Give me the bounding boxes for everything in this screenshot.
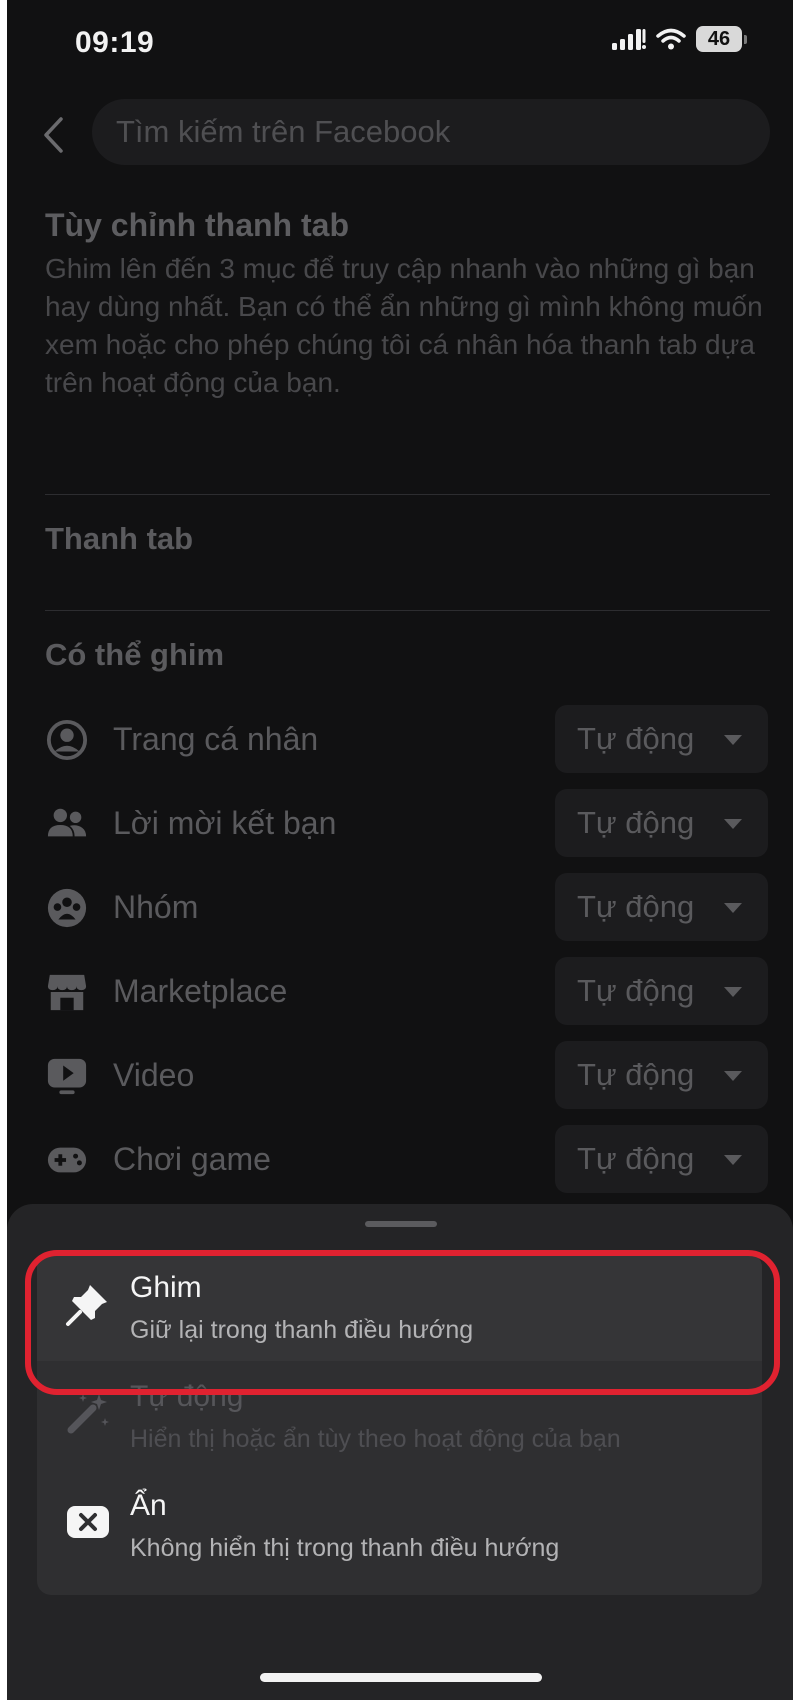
row-label: Lời mời kết bạn (113, 805, 337, 841)
option-pin[interactable]: Ghim Giữ lại trong thanh điều hướng (37, 1253, 762, 1361)
row-label: Video (113, 1057, 195, 1093)
option-subtitle: Giữ lại trong thanh điều hướng (130, 1316, 474, 1344)
pinnable-row-video: Video Tự động (45, 1041, 770, 1109)
pin-mode-dropdown-profile[interactable]: Tự động (555, 705, 768, 773)
dropdown-value: Tự động (577, 721, 695, 756)
battery-level: 46 (696, 26, 742, 52)
sheet-drag-handle[interactable] (365, 1221, 437, 1227)
pinnable-row-friends: Lời mời kết bạn Tự động (45, 789, 770, 857)
caret-down-icon (724, 735, 742, 745)
row-label: Trang cá nhân (113, 721, 319, 757)
marketplace-icon (47, 974, 87, 1011)
video-icon (47, 1058, 87, 1095)
row-label: Nhóm (113, 889, 199, 925)
divider (45, 610, 770, 611)
dropdown-value: Tự động (577, 805, 695, 840)
page-title: Tùy chỉnh thanh tab (45, 207, 349, 243)
dropdown-value: Tự động (577, 889, 695, 924)
pin-mode-dropdown-video[interactable]: Tự động (555, 1041, 768, 1109)
friends-icon (47, 808, 87, 837)
option-hide[interactable]: Ẩn Không hiển thị trong thanh điều hướng (37, 1471, 762, 1579)
magic-wand-icon (67, 1394, 109, 1434)
cellular-signal-icon (612, 29, 646, 50)
battery-tip (744, 34, 747, 44)
search-box[interactable] (92, 99, 770, 165)
option-auto[interactable]: Tự động Hiển thị hoặc ẩn tùy theo hoạt đ… (37, 1362, 762, 1470)
divider (45, 494, 770, 495)
home-indicator[interactable] (260, 1673, 542, 1682)
option-subtitle: Hiển thị hoặc ẩn tùy theo hoạt động của … (130, 1425, 621, 1453)
dropdown-value: Tự động (577, 973, 695, 1008)
caret-down-icon (724, 1155, 742, 1165)
gaming-icon (47, 1147, 87, 1173)
dropdown-value: Tự động (577, 1141, 695, 1176)
pinnable-row-marketplace: Marketplace Tự động (45, 957, 770, 1025)
row-label: Chơi game (113, 1141, 271, 1177)
wifi-icon (656, 28, 686, 50)
groups-icon (47, 888, 87, 928)
pin-mode-dropdown-friends[interactable]: Tự động (555, 789, 768, 857)
chevron-left-icon (44, 117, 63, 153)
page-description: Ghim lên đến 3 mục để truy cập nhanh vào… (45, 253, 763, 398)
pin-mode-dropdown-marketplace[interactable]: Tự động (555, 957, 768, 1025)
section-title-pinnable: Có thể ghim (45, 637, 225, 672)
pinnable-row-gaming: Chơi game Tự động (45, 1125, 770, 1193)
dropdown-value: Tự động (577, 1057, 695, 1092)
phone-screen: 09:19 46 Tùy chỉnh thanh tab Ghim lên đế… (7, 0, 793, 1700)
hide-icon (67, 1506, 109, 1538)
caret-down-icon (724, 987, 742, 997)
profile-icon (46, 719, 88, 761)
pin-icon (66, 1285, 107, 1326)
sheet-options-card: Ghim Giữ lại trong thanh điều hướng Tự đ… (37, 1253, 762, 1595)
caret-down-icon (724, 1071, 742, 1081)
pinnable-row-groups: Nhóm Tự động (45, 873, 770, 941)
option-subtitle: Không hiển thị trong thanh điều hướng (130, 1534, 560, 1562)
pin-mode-dropdown-groups[interactable]: Tự động (555, 873, 768, 941)
pinnable-row-profile: Trang cá nhân Tự động (45, 705, 770, 773)
caret-down-icon (724, 903, 742, 913)
row-label: Marketplace (113, 973, 288, 1009)
pin-mode-dropdown-gaming[interactable]: Tự động (555, 1125, 768, 1193)
back-button[interactable] (33, 110, 73, 160)
bottom-sheet: Ghim Giữ lại trong thanh điều hướng Tự đ… (7, 1204, 793, 1700)
search-input[interactable] (92, 99, 770, 165)
option-title: Ẩn (130, 1489, 167, 1522)
option-title: Tự động (130, 1380, 244, 1413)
battery-indicator: 46 (696, 26, 747, 52)
status-icons: 46 (612, 26, 747, 52)
option-title: Ghim (130, 1271, 202, 1304)
caret-down-icon (724, 819, 742, 829)
status-time: 09:19 (75, 26, 155, 59)
section-title-tab-bar: Thanh tab (45, 521, 194, 556)
